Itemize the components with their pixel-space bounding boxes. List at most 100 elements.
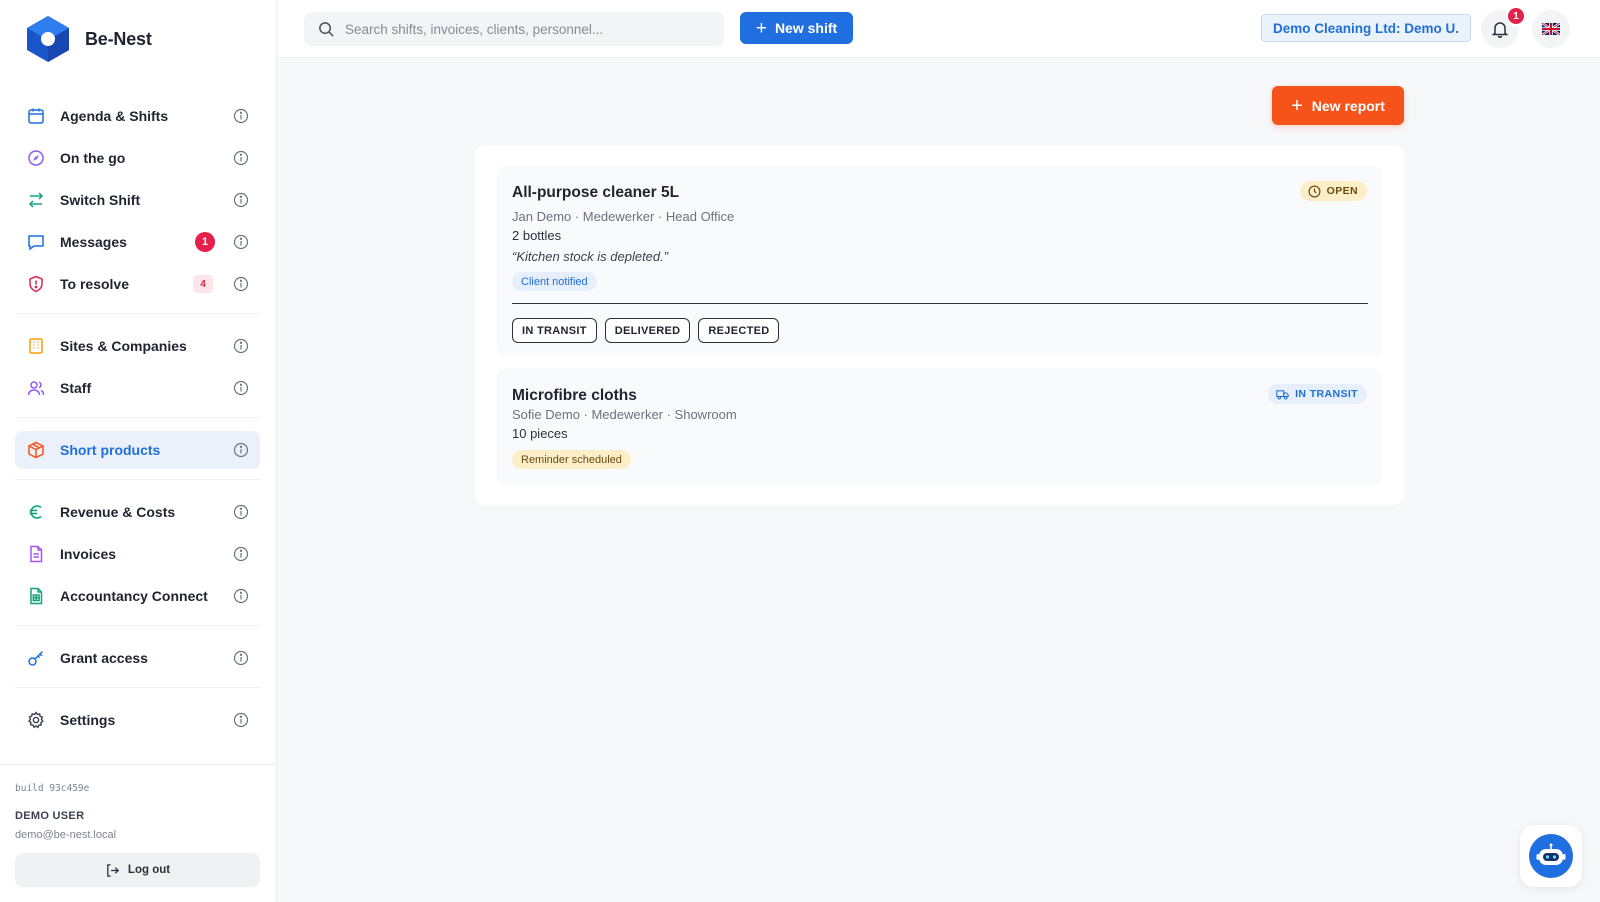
messages-count-badge: 1 [195, 232, 215, 252]
sidebar-item-invoices[interactable]: Invoices [15, 535, 260, 573]
sidebar-item-grant-access[interactable]: Grant access [15, 639, 260, 677]
report-tag: Reminder scheduled [512, 450, 631, 469]
invoice-icon [26, 544, 46, 564]
info-icon[interactable] [233, 442, 249, 458]
search-box[interactable] [304, 12, 724, 46]
sidebar-item-label: Sites & Companies [60, 338, 187, 354]
status-badge: OPEN [1299, 181, 1367, 201]
shield-alert-icon [26, 274, 46, 294]
info-icon[interactable] [233, 150, 249, 166]
mark-rejected-button[interactable]: REJECTED [698, 318, 780, 343]
info-icon[interactable] [233, 588, 249, 604]
nav-divider [15, 625, 260, 626]
info-icon[interactable] [233, 504, 249, 520]
nav-divider [15, 687, 260, 688]
report-title: Microfibre cloths [512, 387, 637, 404]
sidebar-item-label: Switch Shift [60, 192, 141, 208]
sidebar-item-label: On the go [60, 150, 126, 166]
status-label: OPEN [1326, 185, 1358, 197]
mark-delivered-button[interactable]: DELIVERED [604, 318, 691, 343]
new-shift-button[interactable]: + New shift [740, 12, 853, 44]
new-shift-label: New shift [774, 20, 838, 36]
search-icon [319, 21, 334, 37]
swap-icon [26, 190, 46, 210]
truck-icon [1276, 389, 1289, 399]
robot-icon [1529, 834, 1573, 878]
gear-icon [26, 710, 46, 730]
short-products-panel: All-purpose cleaner 5L OPEN Jan Demo · M… [475, 145, 1404, 505]
sidebar-item-label: Invoices [60, 546, 117, 562]
bell-icon [1491, 22, 1509, 38]
clock-icon [1308, 185, 1321, 197]
report-card[interactable]: All-purpose cleaner 5L OPEN Jan Demo · M… [497, 166, 1382, 355]
sidebar-item-agenda-shifts[interactable]: Agenda & Shifts [15, 97, 260, 135]
sidebar-item-label: Grant access [60, 650, 148, 666]
sidebar-item-label: Accountancy Connect [60, 588, 208, 604]
report-meta: Sofie Demo · Medewerker · Showroom [512, 407, 737, 422]
new-report-button[interactable]: + New report [1272, 86, 1404, 125]
key-icon [26, 648, 46, 668]
notifications-count-badge: 1 [1506, 6, 1526, 26]
topbar: + New shift Demo Cleaning Ltd: Demo U. 1 [278, 0, 1600, 58]
sidebar-item-revenue-costs[interactable]: Revenue & Costs [15, 493, 260, 531]
sidebar-item-settings[interactable]: Settings [15, 701, 260, 739]
company-selector[interactable]: Demo Cleaning Ltd: Demo U. [1261, 14, 1471, 42]
info-icon[interactable] [233, 650, 249, 666]
sidebar: Be-Nest Agenda & Shifts On the go Switch… [0, 0, 277, 902]
app-name: Be-Nest [85, 28, 152, 49]
mark-in-transit-button[interactable]: IN TRANSIT [512, 318, 597, 343]
report-meta: Jan Demo · Medewerker · Head Office [512, 209, 735, 224]
assistant-chat-button[interactable] [1520, 825, 1582, 887]
user-name: DEMO USER [15, 810, 85, 822]
info-icon[interactable] [233, 192, 249, 208]
info-icon[interactable] [233, 276, 249, 292]
package-icon [26, 440, 46, 460]
sidebar-item-label: Staff [60, 380, 92, 396]
info-icon[interactable] [233, 380, 249, 396]
sidebar-item-on-the-go[interactable]: On the go [15, 139, 260, 177]
report-quantity: 2 bottles [512, 228, 562, 243]
sidebar-footer: build 93c459e DEMO USER demo@be-nest.loc… [0, 764, 277, 902]
message-icon [26, 232, 46, 252]
calendar-icon [26, 106, 46, 126]
search-input[interactable] [345, 21, 715, 37]
info-icon[interactable] [233, 108, 249, 124]
report-card[interactable]: Microfibre cloths IN TRANSIT Sofie Demo … [497, 369, 1382, 485]
logout-icon [107, 863, 119, 877]
plus-icon: + [1291, 94, 1303, 117]
building-icon [26, 336, 46, 356]
logout-button[interactable]: Log out [15, 853, 260, 887]
sidebar-item-staff[interactable]: Staff [15, 369, 260, 407]
status-actions: IN TRANSIT DELIVERED REJECTED [512, 318, 787, 343]
users-icon [26, 378, 46, 398]
info-icon[interactable] [233, 712, 249, 728]
report-tag: Client notified [512, 272, 597, 291]
brand[interactable]: Be-Nest [26, 15, 152, 63]
sidebar-item-to-resolve[interactable]: To resolve 4 [15, 265, 260, 303]
nav-divider [15, 417, 260, 418]
spreadsheet-icon [26, 586, 46, 606]
sidebar-item-switch-shift[interactable]: Switch Shift [15, 181, 260, 219]
new-report-label: New report [1311, 97, 1385, 114]
sidebar-item-messages[interactable]: Messages 1 [15, 223, 260, 261]
status-badge: IN TRANSIT [1268, 384, 1367, 404]
sidebar-item-label: To resolve [60, 276, 129, 292]
language-selector[interactable] [1532, 10, 1570, 48]
sidebar-item-short-products[interactable]: Short products [15, 431, 260, 469]
uk-flag-icon [1542, 23, 1560, 35]
info-icon[interactable] [233, 338, 249, 354]
sidebar-item-label: Settings [60, 712, 116, 728]
nav-divider [15, 313, 260, 314]
card-divider [512, 303, 1368, 304]
sidebar-item-accountancy-connect[interactable]: Accountancy Connect [15, 577, 260, 615]
to-resolve-count-badge: 4 [193, 275, 213, 293]
plus-icon: + [755, 17, 767, 39]
compass-icon [26, 148, 46, 168]
info-icon[interactable] [233, 546, 249, 562]
info-icon[interactable] [233, 234, 249, 250]
report-title: All-purpose cleaner 5L [512, 184, 680, 201]
sidebar-item-label: Revenue & Costs [60, 504, 176, 520]
be-nest-logo-icon [27, 16, 69, 62]
report-note: “Kitchen stock is depleted.” [512, 249, 669, 264]
sidebar-item-sites-companies[interactable]: Sites & Companies [15, 327, 260, 365]
